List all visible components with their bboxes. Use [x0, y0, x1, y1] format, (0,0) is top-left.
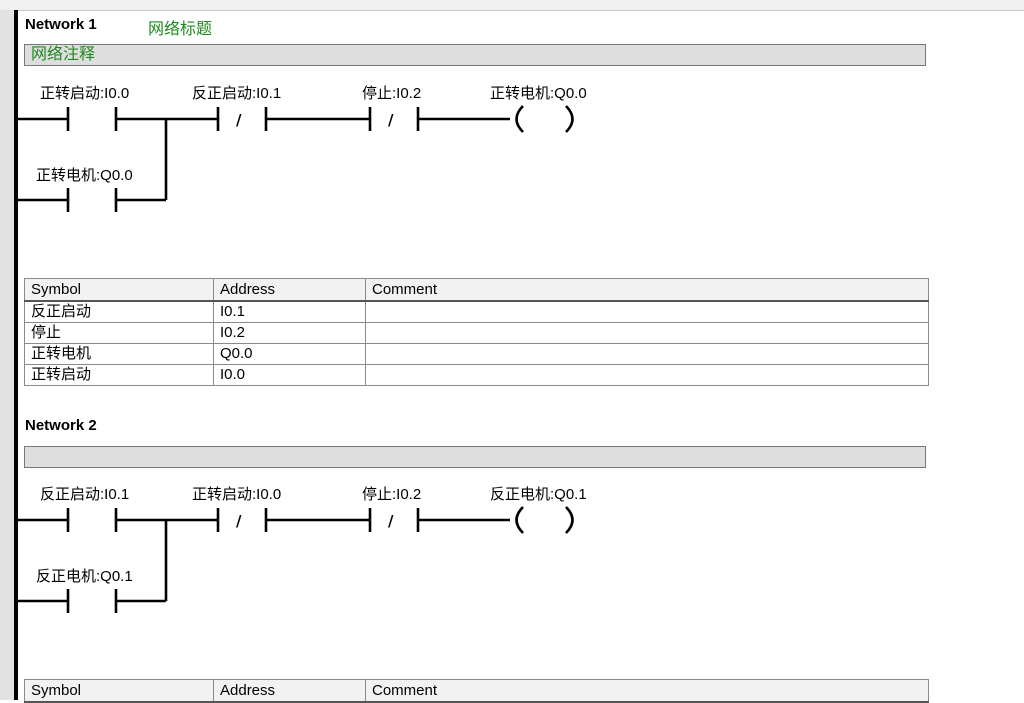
n1-branch-label: 正转电机:Q0.0: [36, 167, 133, 184]
address-cell[interactable]: I0.2: [213, 322, 366, 344]
n2-contact2-label: 正转启动:I0.0: [192, 486, 282, 503]
n2-contact3-label: 停止:I0.2: [362, 486, 422, 503]
address-column-header[interactable]: Address: [213, 679, 366, 703]
n1-coil-label: 正转电机:Q0.0: [490, 85, 587, 102]
symbol-cell[interactable]: 正转电机: [24, 343, 214, 365]
table-row[interactable]: 停止 I0.2: [24, 322, 929, 344]
comment-cell[interactable]: [365, 322, 929, 344]
comment-cell[interactable]: [365, 343, 929, 365]
n2-coil-label: 反正电机:Q0.1: [490, 486, 587, 503]
table-header-row: Symbol Address Comment: [24, 278, 929, 302]
n2-c2-slash: /: [236, 512, 242, 530]
comment-cell[interactable]: [365, 364, 929, 386]
n2-rung: / /: [16, 506, 574, 613]
symbol-column-header[interactable]: Symbol: [24, 679, 214, 703]
symbol-column-header[interactable]: Symbol: [24, 278, 214, 302]
top-toolbar-edge: [0, 0, 1024, 11]
network-2-comment[interactable]: [24, 446, 926, 468]
network-1-subtitle[interactable]: 网络标题: [148, 15, 212, 39]
table-header-row: Symbol Address Comment: [24, 679, 929, 703]
n1-symbol-table: Symbol Address Comment 反正启动 I0.1 停止 I0.2…: [24, 278, 929, 386]
address-column-header[interactable]: Address: [213, 278, 366, 302]
network-2-title[interactable]: Network 2: [25, 417, 97, 434]
comment-column-header[interactable]: Comment: [365, 679, 929, 703]
table-row[interactable]: 反正启动 I0.1: [24, 300, 929, 323]
network-1-title[interactable]: Network 1: [25, 16, 97, 33]
n2-c3-slash: /: [388, 512, 394, 530]
n1-c2-slash: /: [236, 111, 242, 129]
table-row[interactable]: 正转电机 Q0.0: [24, 343, 929, 365]
table-row[interactable]: 正转启动 I0.0: [24, 364, 929, 386]
n1-coil-right: [565, 105, 574, 133]
network-1-comment[interactable]: 网络注释: [24, 44, 926, 66]
comment-cell[interactable]: [365, 300, 929, 323]
n2-branch-label: 反正电机:Q0.1: [36, 568, 133, 585]
n2-coil-left: [515, 506, 524, 534]
n1-contact1-label: 正转启动:I0.0: [40, 85, 130, 102]
n2-contact1-label: 反正启动:I0.1: [40, 486, 130, 503]
address-cell[interactable]: I0.0: [213, 364, 366, 386]
n1-contact3-label: 停止:I0.2: [362, 85, 422, 102]
comment-column-header[interactable]: Comment: [365, 278, 929, 302]
n2-coil-right: [565, 506, 574, 534]
left-margin-gutter: [0, 10, 15, 700]
symbol-cell[interactable]: 停止: [24, 322, 214, 344]
address-cell[interactable]: I0.1: [213, 300, 366, 323]
n1-rung: / /: [16, 105, 574, 212]
n1-coil-left: [515, 105, 524, 133]
symbol-cell[interactable]: 反正启动: [24, 300, 214, 323]
n1-contact2-label: 反正启动:I0.1: [192, 85, 282, 102]
address-cell[interactable]: Q0.0: [213, 343, 366, 365]
n2-symbol-table: Symbol Address Comment: [24, 679, 929, 703]
n1-c3-slash: /: [388, 111, 394, 129]
symbol-cell[interactable]: 正转启动: [24, 364, 214, 386]
left-power-rail: [14, 10, 18, 700]
